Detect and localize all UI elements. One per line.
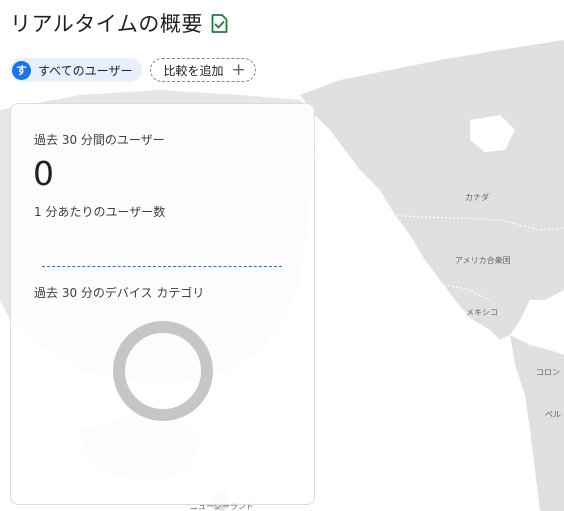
document-check-icon[interactable] [211, 13, 228, 33]
map-label-canada: カナダ [465, 193, 489, 202]
page-header: リアルタイムの概要 [10, 9, 228, 37]
device-category-donut-chart[interactable] [111, 319, 215, 423]
add-comparison-button[interactable]: 比較を追加 + [150, 58, 256, 82]
donut-ring [113, 321, 213, 421]
users-last-30-min-title: 過去 30 分間のユーザー [34, 133, 165, 147]
map-label-mexico: メキシコ [466, 308, 498, 317]
users-per-minute-title: 1 分あたりのユーザー数 [34, 205, 166, 219]
map-label-colombia: コロン [536, 368, 560, 377]
segment-chip-label: すべてのユーザー [38, 63, 133, 78]
map-label-usa: アメリカ合衆国 [455, 256, 511, 265]
segment-avatar: す [12, 60, 31, 80]
comparison-chips: す すべてのユーザー 比較を追加 + [10, 58, 256, 82]
page-title: リアルタイムの概要 [10, 12, 203, 36]
add-comparison-label: 比較を追加 [163, 63, 224, 78]
device-category-title: 過去 30 分のデバイス カテゴリ [34, 286, 205, 300]
users-count: 0 [33, 154, 54, 193]
users-per-minute-chart[interactable] [42, 266, 282, 270]
plus-icon: + [231, 59, 246, 80]
segment-chip-all-users[interactable]: す すべてのユーザー [10, 58, 143, 82]
realtime-users-card: 過去 30 分間のユーザー 0 1 分あたりのユーザー数 過去 30 分のデバイ… [10, 103, 315, 505]
map-label-peru: ペル [545, 410, 561, 419]
